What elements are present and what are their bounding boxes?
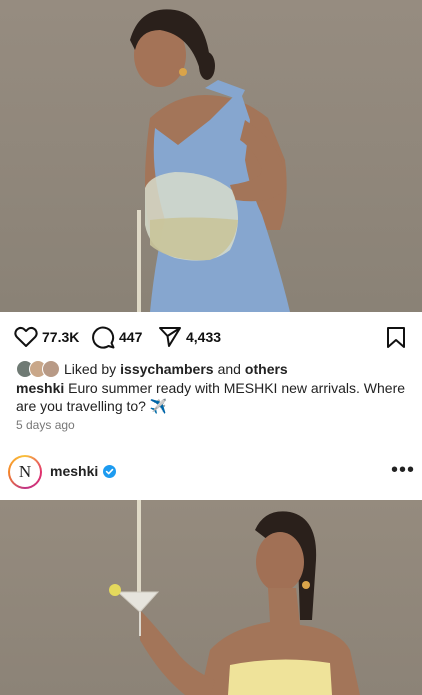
share-count: 4,433: [186, 329, 222, 345]
liker-avatars[interactable]: [16, 360, 60, 378]
model-martini-illustration: [109, 500, 360, 695]
send-icon: [159, 327, 181, 347]
post-timestamp: 5 days ago: [16, 418, 75, 432]
post-actions-panel: 77.3K 447 4,433 Liked by issychambers an…: [0, 312, 422, 446]
more-options-button[interactable]: •••: [391, 460, 415, 480]
post-caption: meshki Euro summer ready with MESHKI new…: [16, 379, 408, 415]
liked-by-row: Liked by issychambers and others: [16, 359, 292, 379]
post-actions-row: 77.3K 447 4,433: [0, 322, 422, 352]
like-button[interactable]: 77.3K: [14, 322, 79, 352]
comment-button[interactable]: 447: [92, 322, 142, 352]
heart-icon: [14, 326, 38, 347]
liker-avatar-3: [42, 360, 60, 378]
post-image-bottom[interactable]: [0, 500, 422, 695]
comment-count: 447: [119, 329, 143, 345]
caption-username[interactable]: meshki: [16, 380, 64, 396]
avatar-letter: N: [10, 457, 40, 487]
post-image-top[interactable]: [0, 0, 422, 312]
liked-by-user-link[interactable]: issychambers: [120, 361, 213, 377]
save-button[interactable]: [386, 322, 406, 352]
liked-by-and: and: [217, 361, 241, 377]
share-button[interactable]: 4,433: [158, 322, 221, 352]
verified-badge-icon: [103, 465, 116, 478]
caption-text: Euro summer ready with MESHKI new arriva…: [16, 380, 406, 414]
model-pouring-illustration: [130, 9, 290, 312]
post-header-bottom: N meshki •••: [0, 446, 422, 500]
liked-by-others-link[interactable]: others: [245, 361, 288, 377]
liked-by-prefix: Liked by: [64, 361, 117, 377]
post-username[interactable]: meshki: [50, 463, 98, 479]
like-count: 77.3K: [42, 329, 80, 345]
avatar[interactable]: N: [8, 455, 42, 489]
bookmark-icon: [387, 326, 405, 348]
comment-icon: [92, 326, 115, 349]
